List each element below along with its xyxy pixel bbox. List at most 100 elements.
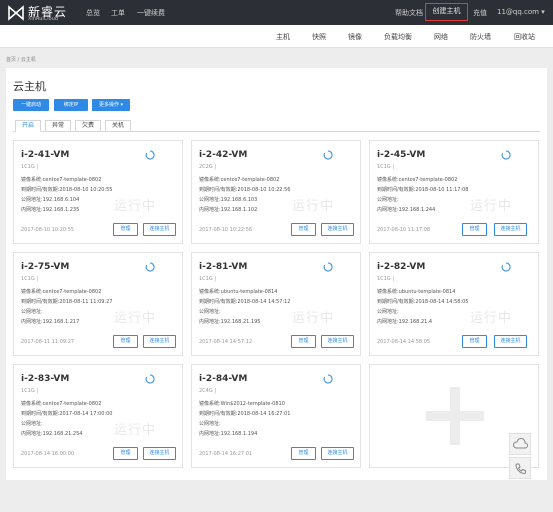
host-private-ip: 内网地址:192.168.1.244 [377, 207, 436, 213]
more-actions-button[interactable]: 更多操作 ▾ [92, 99, 130, 111]
host-created-date: 2017-08-10 11:17:08 [377, 227, 431, 233]
phone-contact-float[interactable] [509, 457, 531, 479]
host-private-ip: 内网地址:192.168.1.194 [199, 431, 258, 437]
tab-arrears[interactable]: 欠费 [75, 120, 101, 132]
host-public-ip: 公网地址:192.168.6.103 [199, 197, 258, 203]
connect-host-button[interactable]: 连接主机 [494, 335, 527, 348]
connect-host-button[interactable]: 连接主机 [143, 223, 176, 236]
host-os: 镜像系统:centos7-template-0802 [21, 289, 102, 295]
host-name: i-2-41-VM [21, 150, 70, 160]
breadcrumb: 首页 / 云主机 [6, 57, 36, 63]
running-watermark: 运行中 [114, 311, 157, 326]
loading-spinner-icon [323, 262, 333, 272]
loading-spinner-icon [323, 374, 333, 384]
running-watermark: 运行中 [292, 199, 335, 214]
connect-host-button[interactable]: 连接主机 [494, 223, 527, 236]
host-spec: 1C1G | [377, 276, 395, 282]
tab-shutdown[interactable]: 关机 [105, 120, 131, 132]
host-card[interactable]: i-2-82-VM 1C1G | 镜像系统:ubuntu-template-08… [369, 252, 539, 356]
host-card[interactable]: i-2-45-VM 1C1G | 镜像系统:centos7-template-0… [369, 140, 539, 244]
host-public-ip: 公网地址: [377, 309, 399, 315]
brand-logo-icon [8, 5, 24, 21]
host-created-date: 2017-08-14 14:57:12 [199, 339, 253, 345]
host-os: 镜像系统:ubuntu-template-0814 [377, 289, 456, 295]
help-docs-link[interactable]: 帮助文档 [395, 8, 423, 18]
host-private-ip: 内网地址:192.168.1.217 [21, 319, 80, 325]
subnav-load-balancer[interactable]: 负载均衡 [384, 32, 412, 42]
manage-button[interactable]: 管理 [113, 447, 138, 460]
host-os: 镜像系统:centos7-template-0802 [21, 401, 102, 407]
host-spec: 1C1G | [199, 276, 217, 282]
subnav-network[interactable]: 网络 [434, 32, 448, 42]
host-created-date: 2017-08-14 16:00:00 [21, 451, 75, 457]
host-expire: 到期时间/有效期:2018-08-14 14:57:12 [199, 299, 291, 305]
bind-ip-button[interactable]: 绑定IP [54, 99, 88, 111]
host-card[interactable]: i-2-84-VM 2C4G | 镜像系统:Win$2012-template-… [191, 364, 361, 468]
host-card[interactable]: i-2-83-VM 1C1G | 镜像系统:centos7-template-0… [13, 364, 183, 468]
plus-icon [426, 387, 484, 445]
tab-running[interactable]: 开启 [15, 120, 41, 132]
subnav-hosts[interactable]: 主机 [276, 32, 290, 42]
topnav-overview[interactable]: 总览 [86, 8, 100, 18]
host-created-date: 2017-08-10 10:22:56 [199, 227, 253, 233]
host-name: i-2-42-VM [199, 150, 248, 160]
loading-spinner-icon [145, 262, 155, 272]
top-navbar: 新睿云 XinRuiCloud 总览 工单 一键续费 帮助文档 创建主机 充值 … [0, 0, 553, 25]
running-watermark: 运行中 [114, 423, 157, 438]
host-private-ip: 内网地址:192.168.21.195 [199, 319, 261, 325]
host-os: 镜像系统:centos7-template-0802 [199, 177, 280, 183]
connect-host-button[interactable]: 连接主机 [143, 447, 176, 460]
host-public-ip: 公网地址: [21, 309, 43, 315]
manage-button[interactable]: 管理 [113, 335, 138, 348]
host-card[interactable]: i-2-81-VM 1C1G | 镜像系统:ubuntu-template-08… [191, 252, 361, 356]
manage-button[interactable]: 管理 [462, 335, 487, 348]
running-watermark: 运行中 [470, 311, 513, 326]
host-card[interactable]: i-2-75-VM 1C1G | 镜像系统:centos7-template-0… [13, 252, 183, 356]
host-created-date: 2017-08-10 10:20:55 [21, 227, 75, 233]
resource-nav: 主机 快照 镜像 负载均衡 网络 防火墙 回收站 [0, 25, 553, 48]
topnav-tickets[interactable]: 工单 [111, 8, 125, 18]
manage-button[interactable]: 管理 [462, 223, 487, 236]
loading-spinner-icon [145, 374, 155, 384]
customer-service-float[interactable] [509, 433, 531, 455]
manage-button[interactable]: 管理 [291, 447, 316, 460]
one-click-start-button[interactable]: 一键启动 [13, 99, 49, 111]
host-name: i-2-75-VM [21, 262, 70, 272]
host-public-ip: 公网地址: [377, 197, 399, 203]
loading-spinner-icon [145, 150, 155, 160]
host-created-date: 2017-08-14 14:58:05 [377, 339, 431, 345]
host-private-ip: 内网地址:192.168.1.235 [21, 207, 80, 213]
cloud-service-icon [512, 438, 528, 449]
host-public-ip: 公网地址: [21, 421, 43, 427]
main-panel: 云主机 一键启动 绑定IP 更多操作 ▾ 开启 异常 欠费 关机 i-2-41-… [6, 68, 547, 480]
host-spec: 1C1G | [21, 276, 39, 282]
connect-host-button[interactable]: 连接主机 [321, 335, 354, 348]
host-expire: 到期时间/有效期:2017-08-14 17:00:00 [21, 411, 113, 417]
host-created-date: 2017-08-11 11:09:27 [21, 339, 75, 345]
tab-abnormal[interactable]: 异常 [45, 120, 71, 132]
connect-host-button[interactable]: 连接主机 [321, 223, 354, 236]
host-name: i-2-81-VM [199, 262, 248, 272]
manage-button[interactable]: 管理 [291, 223, 316, 236]
connect-host-button[interactable]: 连接主机 [321, 447, 354, 460]
subnav-recycle-bin[interactable]: 回收站 [514, 32, 535, 42]
topnav-renew[interactable]: 一键续费 [137, 8, 165, 18]
host-card[interactable]: i-2-42-VM 2C2G | 镜像系统:centos7-template-0… [191, 140, 361, 244]
subnav-firewall[interactable]: 防火墙 [470, 32, 491, 42]
user-menu[interactable]: 11@qq.com ▾ [497, 8, 545, 16]
host-card[interactable]: i-2-41-VM 1C1G | 镜像系统:centos7-template-0… [13, 140, 183, 244]
subnav-snapshots[interactable]: 快照 [312, 32, 326, 42]
manage-button[interactable]: 管理 [113, 223, 138, 236]
host-private-ip: 内网地址:192.168.1.102 [199, 207, 258, 213]
create-host-button[interactable]: 创建主机 [425, 3, 468, 21]
loading-spinner-icon [501, 262, 511, 272]
recharge-link[interactable]: 充值 [473, 8, 487, 18]
connect-host-button[interactable]: 连接主机 [143, 335, 176, 348]
host-os: 镜像系统:centos7-template-0802 [377, 177, 458, 183]
brand-logo[interactable]: 新睿云 XinRuiCloud [8, 3, 88, 23]
subnav-images[interactable]: 镜像 [348, 32, 362, 42]
host-os: 镜像系统:centos7-template-0802 [21, 177, 102, 183]
manage-button[interactable]: 管理 [291, 335, 316, 348]
host-public-ip: 公网地址: [199, 421, 221, 427]
host-expire: 到期时间/有效期:2018-08-10 10:20:55 [21, 187, 113, 193]
